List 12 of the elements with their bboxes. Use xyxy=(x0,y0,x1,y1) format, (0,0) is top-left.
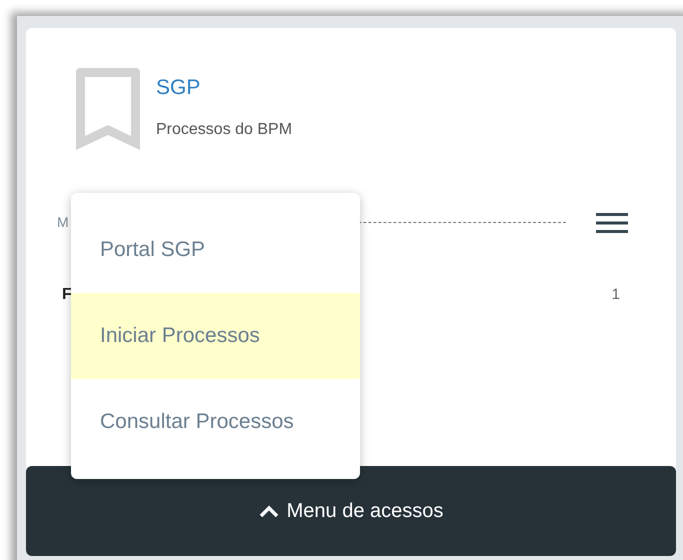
section-label: M xyxy=(57,213,69,232)
app-title: SGP xyxy=(156,76,202,100)
menu-item[interactable]: Portal SGP xyxy=(71,207,360,293)
bookmark-icon xyxy=(76,68,140,150)
menu-icon[interactable] xyxy=(596,212,628,232)
row-label: F xyxy=(62,285,72,305)
row-count: 1 xyxy=(612,284,620,305)
menu-item[interactable]: Consultar Processos xyxy=(71,379,360,465)
chevron-icon xyxy=(258,504,279,518)
app-subtitle: Processos do BPM xyxy=(156,120,292,140)
access-menu-button[interactable]: Menu de acessos xyxy=(26,466,676,556)
menu-item[interactable]: Iniciar Processos xyxy=(71,293,360,379)
